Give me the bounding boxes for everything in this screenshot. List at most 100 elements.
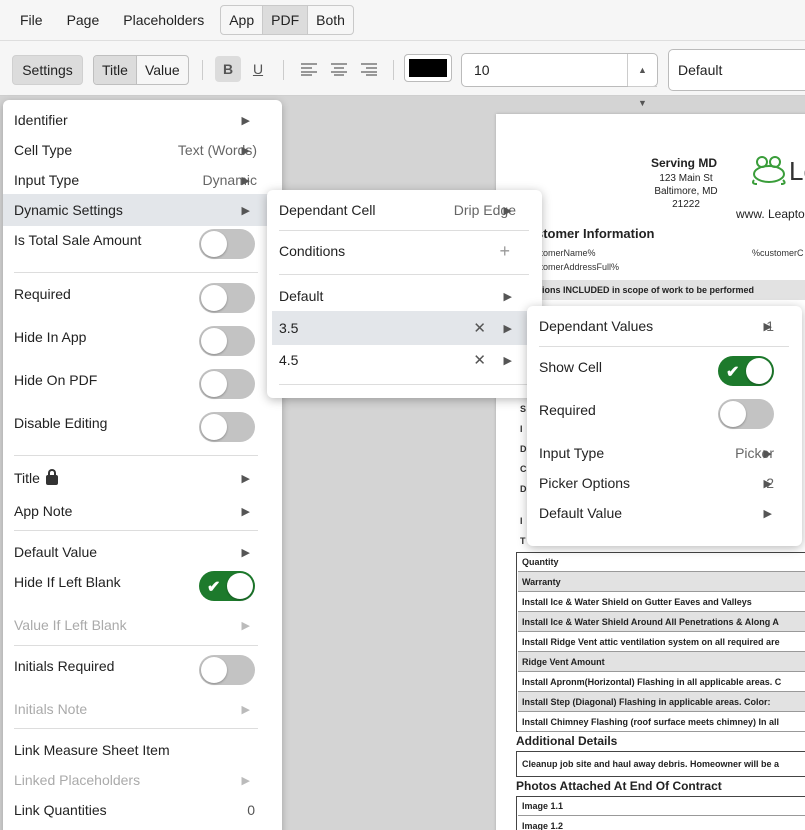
chevron-right-icon: ▶ xyxy=(241,505,250,518)
title-mode-button[interactable]: Title xyxy=(94,56,137,84)
align-right-icon[interactable] xyxy=(356,56,382,82)
customer-info-heading: stomer Information xyxy=(536,226,655,241)
condition-option-item[interactable]: 4.5 ✕ ▶ xyxy=(267,348,542,372)
chevron-right-icon: ▶ xyxy=(503,322,512,335)
lock-icon xyxy=(45,469,58,485)
customer-address-placeholder: stomerAddressFull% xyxy=(536,262,620,272)
dependant-values-label: Dependant Values xyxy=(539,318,654,334)
initials-required-toggle[interactable] xyxy=(199,655,255,685)
add-condition-icon[interactable]: + xyxy=(499,241,510,262)
value-mode-button[interactable]: Value xyxy=(137,56,188,84)
chevron-right-icon: ▶ xyxy=(241,546,250,559)
show-cell-label: Show Cell xyxy=(539,359,603,375)
underline-button[interactable]: U xyxy=(245,56,271,82)
section-divider xyxy=(279,230,529,231)
additional-details-heading: Additional Details xyxy=(516,734,618,748)
chevron-right-icon: ▶ xyxy=(503,290,512,303)
menu-file[interactable]: File xyxy=(8,6,55,34)
chevron-right-icon: ▶ xyxy=(763,447,772,460)
menubar: File Page Placeholders App PDF Both xyxy=(0,0,805,40)
align-center-icon[interactable] xyxy=(326,56,352,82)
section-divider xyxy=(14,272,258,273)
section-divider xyxy=(279,384,529,385)
dependant-values-item[interactable]: Dependant Values 1 ▶ xyxy=(527,314,802,338)
app-note-item[interactable]: App Note ▶ xyxy=(3,499,282,523)
default-value-item[interactable]: Default Value ▶ xyxy=(3,540,282,564)
scope-header: ations INCLUDED in scope of work to be p… xyxy=(530,280,805,300)
text-color-picker[interactable] xyxy=(404,54,452,82)
toolbar-divider xyxy=(283,60,284,80)
section-divider xyxy=(14,645,258,646)
initials-note-item[interactable]: Initials Note ▶ xyxy=(3,697,282,721)
disable-editing-toggle[interactable] xyxy=(199,412,255,442)
view-app-button[interactable]: App xyxy=(221,6,264,34)
row-marker: T xyxy=(520,536,526,546)
scope-row: Warranty xyxy=(518,572,805,592)
linked-placeholders-item[interactable]: Linked Placeholders ▶ xyxy=(3,768,282,792)
view-pdf-button[interactable]: PDF xyxy=(263,6,309,34)
address-line-2: Baltimore, MD 21222 xyxy=(654,186,718,210)
default-value-label: Default Value xyxy=(14,544,98,560)
chevron-up-icon[interactable]: ▲ xyxy=(628,54,657,87)
title-item[interactable]: Title ▶ xyxy=(3,466,282,490)
photo-row: Image 1.1 xyxy=(518,796,805,816)
customer-name-placeholder: stomerName% xyxy=(536,248,596,258)
total-sale-toggle[interactable] xyxy=(199,229,255,259)
company-website: www. Leapto xyxy=(736,207,805,221)
hide-on-pdf-toggle[interactable] xyxy=(199,369,255,399)
app-note-label: App Note xyxy=(14,503,73,519)
conditions-item: Conditions + xyxy=(267,239,542,263)
hide-if-blank-toggle[interactable]: ✔ xyxy=(199,571,255,601)
value-if-blank-item[interactable]: Value If Left Blank ▶ xyxy=(3,613,282,637)
required-label: Required xyxy=(14,286,71,302)
section-divider xyxy=(14,455,258,456)
additional-details-text: Cleanup job site and haul away debris. H… xyxy=(522,759,780,769)
settings-button[interactable]: Settings xyxy=(12,55,83,85)
menu-page[interactable]: Page xyxy=(55,6,112,34)
show-cell-toggle[interactable]: ✔ xyxy=(718,356,774,386)
remove-condition-icon[interactable]: ✕ xyxy=(473,319,486,337)
chevron-right-icon: ▶ xyxy=(503,354,512,367)
link-quantities-value: 0 xyxy=(247,802,255,818)
required-toggle[interactable] xyxy=(199,283,255,313)
toolbar-divider xyxy=(393,60,394,80)
default-condition-label: Default xyxy=(279,288,324,304)
remove-condition-icon[interactable]: ✕ xyxy=(473,351,486,369)
condition-option-label: 3.5 xyxy=(279,320,299,336)
scope-row: Quantity xyxy=(518,552,805,572)
identifier-item[interactable]: Identifier ▶ xyxy=(3,108,282,132)
dynamic-settings-label: Dynamic Settings xyxy=(14,202,123,218)
link-measure-item[interactable]: Link Measure Sheet Item xyxy=(3,738,282,762)
scope-row: Ridge Vent Amount xyxy=(518,652,805,672)
cell-type-item[interactable]: Cell Type Text (Words) ▶ xyxy=(3,138,282,162)
option-required-toggle[interactable] xyxy=(718,399,774,429)
menu-placeholders[interactable]: Placeholders xyxy=(111,6,216,34)
scope-row: Install Step (Diagonal) Flashing in appl… xyxy=(518,692,805,712)
font-family-select[interactable]: Default xyxy=(668,49,805,91)
condition-settings-menu: Dependant Values 1 ▶ Show Cell ✔ Require… xyxy=(527,306,802,546)
view-both-button[interactable]: Both xyxy=(308,6,353,34)
dynamic-settings-item[interactable]: Dynamic Settings ▶ xyxy=(3,194,282,226)
disable-editing-label: Disable Editing xyxy=(14,415,108,431)
option-default-value-item[interactable]: Default Value ▶ xyxy=(527,501,802,525)
input-type-item[interactable]: Input Type Dynamic ▶ xyxy=(3,168,282,192)
dependant-cell-item[interactable]: Dependant Cell Drip Edge ▶ xyxy=(267,198,542,222)
default-condition-item[interactable]: Default ▶ xyxy=(267,284,542,308)
font-size-stepper[interactable]: 10 ▲ ▼ xyxy=(461,53,658,108)
condition-option-item[interactable]: 3.5 ✕ ▶ xyxy=(272,311,537,345)
link-quantities-item[interactable]: Link Quantities 0 xyxy=(3,798,282,822)
option-input-type-item[interactable]: Input Type Picker ▶ xyxy=(527,441,802,465)
linked-placeholders-label: Linked Placeholders xyxy=(14,772,141,788)
align-left-icon[interactable] xyxy=(296,56,322,82)
row-marker: S xyxy=(520,404,527,414)
link-quantities-label: Link Quantities xyxy=(14,802,107,818)
checkmark-icon: ✔ xyxy=(207,579,221,596)
picker-options-item[interactable]: Picker Options 2 ▶ xyxy=(527,471,802,495)
bold-button[interactable]: B xyxy=(215,56,241,82)
hide-in-app-toggle[interactable] xyxy=(199,326,255,356)
view-mode-toggle: App PDF Both xyxy=(220,5,354,35)
dynamic-settings-menu: Dependant Cell Drip Edge ▶ Conditions + … xyxy=(267,190,542,398)
section-divider xyxy=(14,530,258,531)
frog-logo-icon xyxy=(752,156,786,185)
dependant-cell-label: Dependant Cell xyxy=(279,202,376,218)
